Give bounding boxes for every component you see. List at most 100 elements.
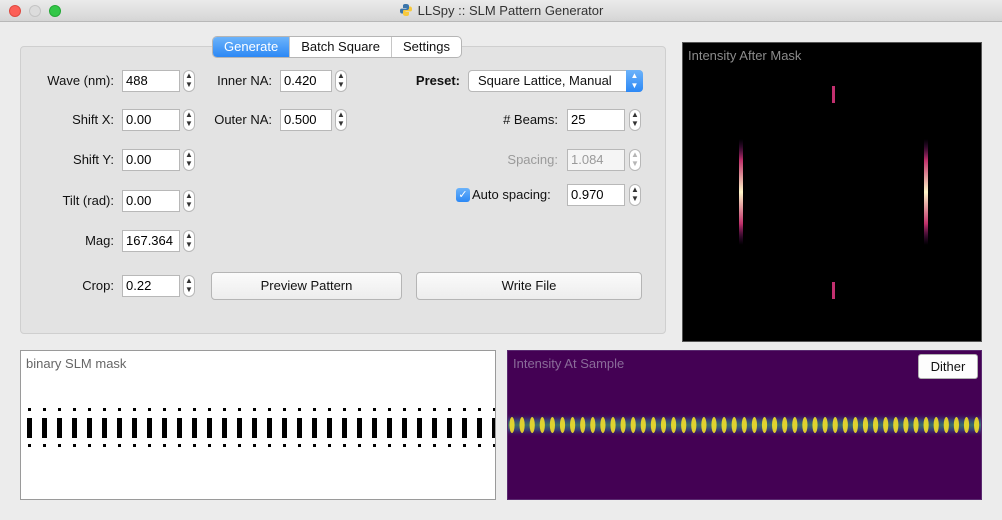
slm-dot: [343, 444, 346, 447]
sample-spot: [852, 417, 858, 433]
preset-select[interactable]: Square Lattice, Manual ▲ ▼: [468, 70, 643, 92]
sample-spot: [772, 417, 778, 433]
preview-pattern-button[interactable]: Preview Pattern: [211, 272, 402, 300]
sample-spot: [570, 417, 576, 433]
slm-bar: [57, 418, 62, 438]
preset-select-value: Square Lattice, Manual: [478, 73, 612, 88]
sample-spot: [630, 417, 636, 433]
dither-button[interactable]: Dither: [918, 354, 978, 379]
slm-bar: [297, 418, 302, 438]
slm-dot: [373, 444, 376, 447]
window-title-wrap: LLSpy :: SLM Pattern Generator: [0, 3, 1002, 18]
spacing-input[interactable]: 1.084: [567, 149, 625, 171]
shift-x-stepper-icon[interactable]: ▲ ▼: [183, 109, 195, 131]
sample-spot: [590, 417, 596, 433]
tab-generate[interactable]: Generate: [213, 37, 291, 57]
shift-y-input[interactable]: 0.00: [122, 149, 180, 171]
auto-spacing-stepper-icon[interactable]: ▲ ▼: [629, 184, 641, 206]
slm-bar: [327, 418, 332, 438]
slm-dot: [313, 444, 316, 447]
auto-spacing-checkbox[interactable]: ✓: [456, 188, 470, 202]
sample-spot: [701, 417, 707, 433]
sample-spot: [943, 417, 949, 433]
tilt-stepper-icon[interactable]: ▲ ▼: [183, 190, 195, 212]
sample-spot: [802, 417, 808, 433]
sample-spot: [731, 417, 737, 433]
inner-na-input[interactable]: 0.420: [280, 70, 332, 92]
sample-spot: [832, 417, 838, 433]
slm-dot: [133, 408, 136, 411]
slm-dot: [208, 408, 211, 411]
slm-dot: [418, 408, 421, 411]
slm-dot: [193, 408, 196, 411]
beams-label: # Beams:: [503, 112, 558, 127]
slm-dot: [328, 444, 331, 447]
slm-dot: [118, 444, 121, 447]
tilt-label: Tilt (rad):: [62, 193, 114, 208]
shift-y-stepper-icon[interactable]: ▲ ▼: [183, 149, 195, 171]
auto-spacing-input[interactable]: 0.970: [567, 184, 625, 206]
slm-bar: [417, 418, 422, 438]
crop-input[interactable]: 0.22: [122, 275, 180, 297]
outer-na-stepper-icon[interactable]: ▲ ▼: [335, 109, 347, 131]
slm-dot: [298, 408, 301, 411]
slm-dot: [388, 408, 391, 411]
sample-spot: [953, 417, 959, 433]
slm-bar: [492, 418, 495, 438]
inner-na-stepper-icon[interactable]: ▲ ▼: [335, 70, 347, 92]
beams-input[interactable]: 25: [567, 109, 625, 131]
wave-input[interactable]: 488: [122, 70, 180, 92]
slm-dot: [148, 408, 151, 411]
slm-dot: [268, 444, 271, 447]
slm-dot: [358, 408, 361, 411]
slm-dot: [28, 408, 31, 411]
crop-stepper-icon[interactable]: ▲ ▼: [183, 275, 195, 297]
spacing-label: Spacing:: [507, 152, 558, 167]
slm-dot: [433, 444, 436, 447]
auto-spacing-label[interactable]: Auto spacing:: [472, 184, 558, 206]
title-bar: LLSpy :: SLM Pattern Generator: [0, 0, 1002, 22]
mag-stepper-icon[interactable]: ▲ ▼: [183, 230, 195, 252]
spacing-stepper-icon[interactable]: ▲ ▼: [629, 149, 641, 171]
slm-dot: [73, 408, 76, 411]
outer-na-label: Outer NA:: [214, 112, 272, 127]
slm-bar: [462, 418, 467, 438]
tab-settings[interactable]: Settings: [392, 37, 461, 57]
slm-dot: [118, 408, 121, 411]
slm-dot: [268, 408, 271, 411]
sample-spot: [539, 417, 545, 433]
tab-batch-square[interactable]: Batch Square: [290, 37, 392, 57]
write-file-button[interactable]: Write File: [416, 272, 642, 300]
shift-x-input[interactable]: 0.00: [122, 109, 180, 131]
right-streak: [924, 139, 928, 245]
checkmark-icon: ✓: [458, 189, 468, 201]
slm-dot: [163, 444, 166, 447]
slm-bar: [312, 418, 317, 438]
inner-na-label: Inner NA:: [217, 73, 272, 88]
slm-dot: [373, 408, 376, 411]
outer-na-input[interactable]: 0.500: [280, 109, 332, 131]
wave-label: Wave (nm):: [47, 73, 114, 88]
slm-dot: [43, 444, 46, 447]
beams-stepper-icon[interactable]: ▲ ▼: [629, 109, 641, 131]
slm-dot: [58, 444, 61, 447]
sample-spot: [903, 417, 909, 433]
slm-dot: [163, 408, 166, 411]
sample-spot: [580, 417, 586, 433]
sample-spot: [559, 417, 566, 433]
slm-dot: [133, 444, 136, 447]
slm-bar: [192, 418, 197, 438]
intensity-at-sample-view: Intensity At Sample Dither: [507, 350, 982, 500]
sample-spot: [519, 417, 525, 433]
mag-input[interactable]: 167.364: [122, 230, 180, 252]
slm-bar: [177, 418, 182, 438]
slm-dot: [208, 444, 211, 447]
tilt-input[interactable]: 0.00: [122, 190, 180, 212]
top-dot: [832, 86, 835, 103]
slm-bar: [237, 418, 242, 438]
slm-dot: [313, 408, 316, 411]
wave-stepper-icon[interactable]: ▲ ▼: [183, 70, 195, 92]
slm-mask-image: [27, 408, 495, 447]
slm-dot: [103, 444, 106, 447]
slm-bar: [372, 418, 377, 438]
